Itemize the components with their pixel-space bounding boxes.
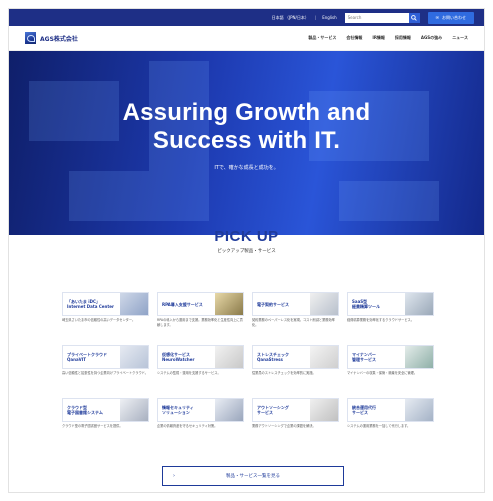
pickup-grid: 「あいたま iDC」 Internet Data Center 埼玉県さいたま市の… — [62, 292, 434, 446]
pickup-card[interactable]: 「あいたま iDC」 Internet Data Center 埼玉県さいたま市の… — [62, 292, 149, 340]
card-image — [310, 346, 338, 368]
hero-deco — [69, 171, 209, 221]
pickup-card[interactable]: クラウド型 電子図書館システム クラウド型の電子図書館サービスを提供。 — [62, 398, 149, 446]
search-button[interactable] — [408, 12, 420, 23]
pickup-card[interactable]: SaaS型 経費精算ツール 経費精算業務を効率化するクラウドサービス。 — [347, 292, 434, 340]
card-image — [215, 346, 243, 368]
hero-banner: Assuring Growth and Success with IT. ITで… — [9, 51, 484, 235]
card-image — [120, 399, 148, 421]
contact-button[interactable]: ✉ お問い合わせ — [427, 11, 474, 24]
card-image — [215, 399, 243, 421]
logo[interactable]: AGS株式会社 — [25, 32, 78, 44]
utility-bar: 日本語 （JPN/日本） | English ✉ お問い合わせ — [9, 9, 484, 26]
lang-en-link[interactable]: English — [322, 15, 336, 20]
logo-mark — [25, 32, 36, 44]
lang-ja-link[interactable]: 日本語 （JPN/日本） — [272, 15, 309, 21]
card-image — [405, 293, 433, 315]
nav-item[interactable]: AGSの強み — [421, 35, 442, 41]
pickup-card[interactable]: 仮想化サービス NeuroWatcher システムの監視・運用を支援するサービス。 — [157, 345, 244, 393]
card-image — [215, 293, 243, 315]
card-image — [405, 346, 433, 368]
pickup-card[interactable]: マイナンバー 管理サービス マイナンバーの収集・保管・廃棄を安全に管理。 — [347, 345, 434, 393]
nav-item[interactable]: IR情報 — [372, 35, 385, 41]
pickup-card[interactable]: アウトソーシング サービス 業務アウトソーシングで企業の課題を解決。 — [252, 398, 339, 446]
language-switch: 日本語 （JPN/日本） | English — [271, 14, 337, 21]
hero-subtitle: ITで、確かな成長と成功を。 — [214, 165, 279, 171]
pickup-card[interactable]: 統合運用代行 サービス システムの運用業務を一括して代行します。 — [347, 398, 434, 446]
pickup-header: PICK UP ピックアップ製品・サービス — [0, 228, 493, 254]
pickup-subtitle: ピックアップ製品・サービス — [217, 249, 276, 254]
card-image — [310, 399, 338, 421]
pickup-card[interactable]: RPA導入支援サービス RPAの導入から運用まで支援。業務効率化と生産性向上に貢… — [157, 292, 244, 340]
card-image — [405, 399, 433, 421]
more-products-button[interactable]: › 製品・サービス一覧を見る — [162, 466, 344, 486]
search-icon — [411, 14, 417, 21]
pickup-card[interactable]: 電子契約サービス 契約業務のペーパーレス化を実現。コスト削減と業務効率化。 — [252, 292, 339, 340]
card-image — [120, 293, 148, 315]
mail-icon: ✉ — [435, 15, 439, 20]
pickup-title: PICK UP — [214, 228, 279, 245]
hero-deco — [339, 181, 439, 221]
nav-item[interactable]: 製品・サービス — [308, 35, 336, 41]
nav-item[interactable]: 採用情報 — [395, 35, 411, 41]
site-header: AGS株式会社 製品・サービス 会社情報 IR情報 採用情報 AGSの強み ニュ… — [9, 26, 484, 51]
global-nav: 製品・サービス 会社情報 IR情報 採用情報 AGSの強み ニュース — [308, 35, 468, 41]
pickup-card[interactable]: プライベートクラウド QanaVIT 高い信頼性と拡張性を持つ企業向けプライベート… — [62, 345, 149, 393]
nav-item[interactable]: 会社情報 — [346, 35, 362, 41]
pickup-card[interactable]: 情報セキュリティ ソリューション 企業の情報資産を守るセキュリティ対策。 — [157, 398, 244, 446]
card-image — [310, 293, 338, 315]
pickup-card[interactable]: ストレスチェック QanaStress 従業員のストレスチェックを効率的に実施。 — [252, 345, 339, 393]
search-box — [344, 12, 420, 23]
search-input[interactable] — [344, 12, 409, 23]
hero-title: Assuring Growth and Success with IT. — [122, 99, 371, 154]
nav-item[interactable]: ニュース — [452, 35, 468, 41]
card-image — [120, 346, 148, 368]
logo-text: AGS株式会社 — [40, 35, 78, 43]
chevron-right-icon: › — [173, 473, 175, 479]
